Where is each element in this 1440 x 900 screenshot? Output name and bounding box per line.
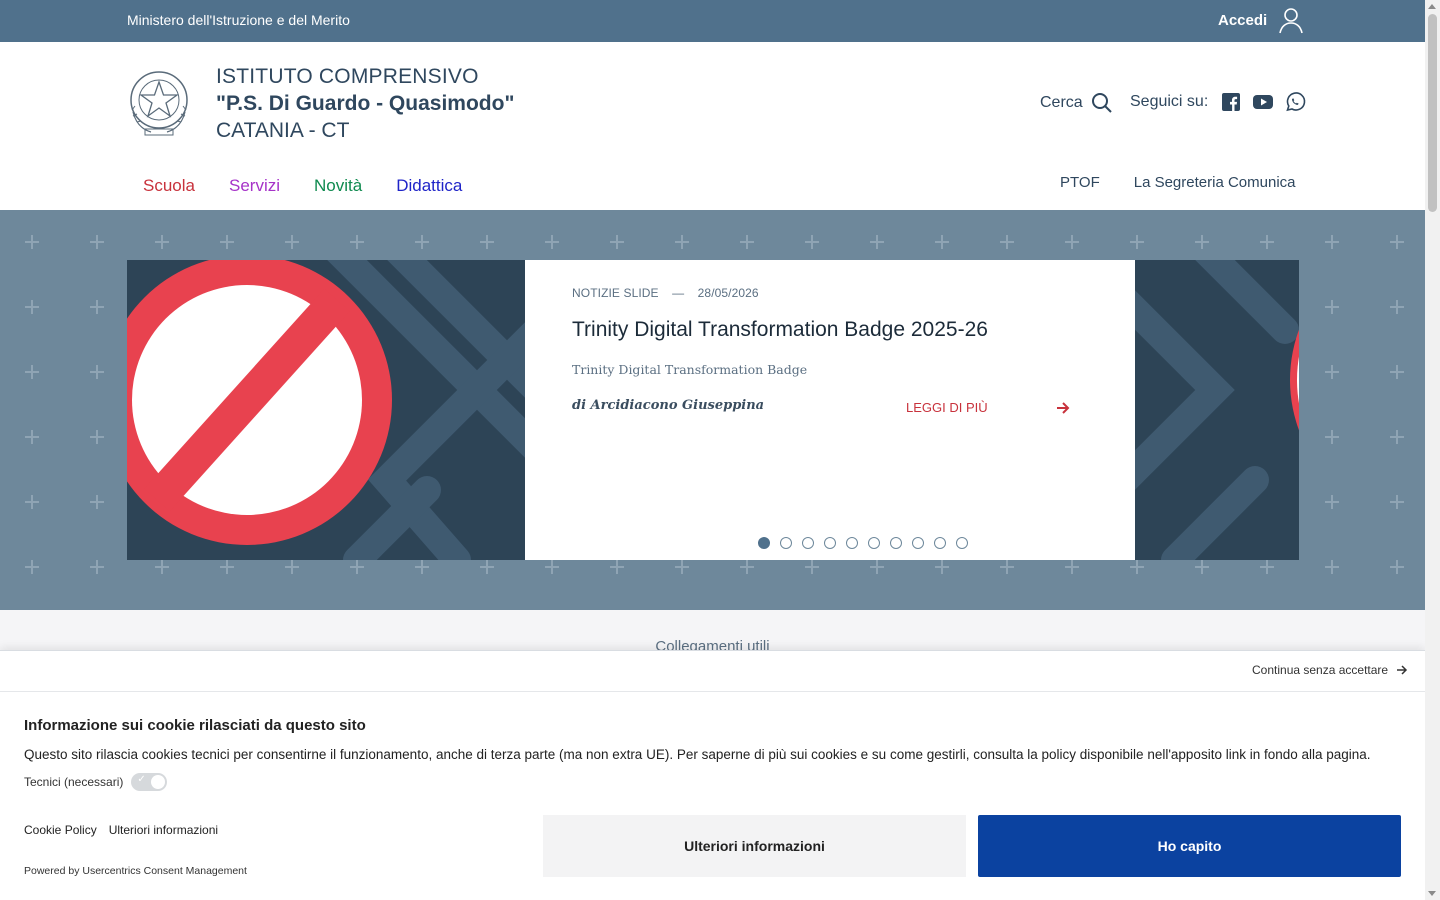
search-icon [1091,93,1112,113]
youtube-icon[interactable] [1252,91,1274,113]
scroll-down-icon[interactable] [1428,891,1436,896]
carousel-dot[interactable] [868,537,880,549]
nav-item-didattica[interactable]: Didattica [396,176,462,196]
continue-without-accepting-link[interactable]: Continua senza accettare [1252,663,1408,677]
technical-cookies-toggle[interactable]: ✓ [131,773,168,791]
carousel-dot[interactable] [802,537,814,549]
nav-item-novita[interactable]: Novità [314,176,362,196]
carousel-dot[interactable] [890,537,902,549]
meta-separator: — [672,286,685,300]
carousel-dot[interactable] [846,537,858,549]
facebook-icon[interactable] [1220,91,1242,113]
cookie-category-row: Tecnici (necessari) ✓ [24,773,168,791]
school-name[interactable]: ISTITUTO COMPRENSIVO "P.S. Di Guardo - Q… [216,63,514,144]
more-info-link[interactable]: Ulteriori informazioni [109,823,218,837]
school-city: CATANIA - CT [216,119,350,142]
carousel-dot[interactable] [758,537,770,549]
read-more-label: LEGGI DI PIÙ [906,400,988,415]
cookie-banner: Continua senza accettare Informazione su… [0,650,1425,900]
ministry-topbar: Ministero dell'Istruzione e del Merito A… [0,0,1425,42]
cookie-banner-topbar [0,651,1425,692]
cookie-links: Cookie Policy Ulteriori informazioni [24,823,218,837]
news-author: di Arcidiacono Giuseppina [572,398,765,413]
news-carousel: NOTIZIE SLIDE — 28/05/2026 Trinity Digit… [0,210,1425,610]
main-navigation: Scuola Servizi Novità Didattica [143,176,462,196]
user-icon [1279,8,1303,34]
read-more-link[interactable]: LEGGI DI PIÙ [906,400,1070,415]
carousel-dot[interactable] [912,537,924,549]
more-info-button[interactable]: Ulteriori informazioni [543,815,966,877]
login-button[interactable]: Accedi [1218,6,1305,34]
repubblica-italiana-emblem[interactable] [127,66,191,138]
continue-label: Continua senza accettare [1252,663,1389,677]
page-scrollbar[interactable] [1425,0,1440,900]
powered-by-label: Powered by Usercentrics Consent Manageme… [24,865,247,877]
carousel-dot[interactable] [824,537,836,549]
school-type: ISTITUTO COMPRENSIVO [216,65,479,88]
cookie-category-label: Tecnici (necessari) [24,775,124,789]
slide-image-prev[interactable] [127,260,525,560]
scrollbar-thumb[interactable] [1428,14,1437,212]
whatsapp-icon[interactable] [1284,91,1306,113]
cookie-description: Questo sito rilascia cookies tecnici per… [24,747,1371,762]
news-date: 28/05/2026 [697,286,759,300]
arrow-right-icon [1397,665,1408,675]
nav-item-servizi[interactable]: Servizi [229,176,280,196]
nav-item-ptof[interactable]: PTOF [1060,174,1100,191]
login-label: Accedi [1218,11,1268,29]
news-title[interactable]: Trinity Digital Transformation Badge 202… [572,318,988,342]
arrow-right-icon [1057,401,1070,414]
news-category[interactable]: NOTIZIE SLIDE [572,286,659,300]
school-title: "P.S. Di Guardo - Quasimodo" [216,92,515,115]
news-meta: NOTIZIE SLIDE — 28/05/2026 [572,286,759,300]
news-card: NOTIZIE SLIDE — 28/05/2026 Trinity Digit… [525,260,1135,560]
useful-links-section: Collegamenti utili [0,610,1425,655]
search-label: Cerca [1040,94,1083,111]
nav-item-scuola[interactable]: Scuola [143,176,195,196]
social-label: Seguici su: [1130,93,1209,110]
carousel-dot[interactable] [956,537,968,549]
site-header: ISTITUTO COMPRENSIVO "P.S. Di Guardo - Q… [0,42,1425,210]
secondary-navigation: PTOF La Segreteria Comunica [1060,174,1296,191]
carousel-dot[interactable] [780,537,792,549]
carousel-dot[interactable] [934,537,946,549]
cookie-policy-link[interactable]: Cookie Policy [24,823,97,837]
accept-button[interactable]: Ho capito [978,815,1401,877]
news-subtitle: Trinity Digital Transformation Badge [572,362,808,377]
slide-image-next[interactable] [1135,260,1299,560]
scroll-up-icon[interactable] [1428,4,1436,9]
nav-item-segreteria-comunica[interactable]: La Segreteria Comunica [1134,174,1296,191]
ministry-label[interactable]: Ministero dell'Istruzione e del Merito [127,12,350,28]
check-icon: ✓ [137,774,146,785]
social-links: Seguici su: [1130,91,1306,113]
carousel-pagination [758,537,968,549]
search-button[interactable]: Cerca [1040,92,1113,114]
cookie-heading: Informazione sui cookie rilasciati da qu… [24,717,366,734]
